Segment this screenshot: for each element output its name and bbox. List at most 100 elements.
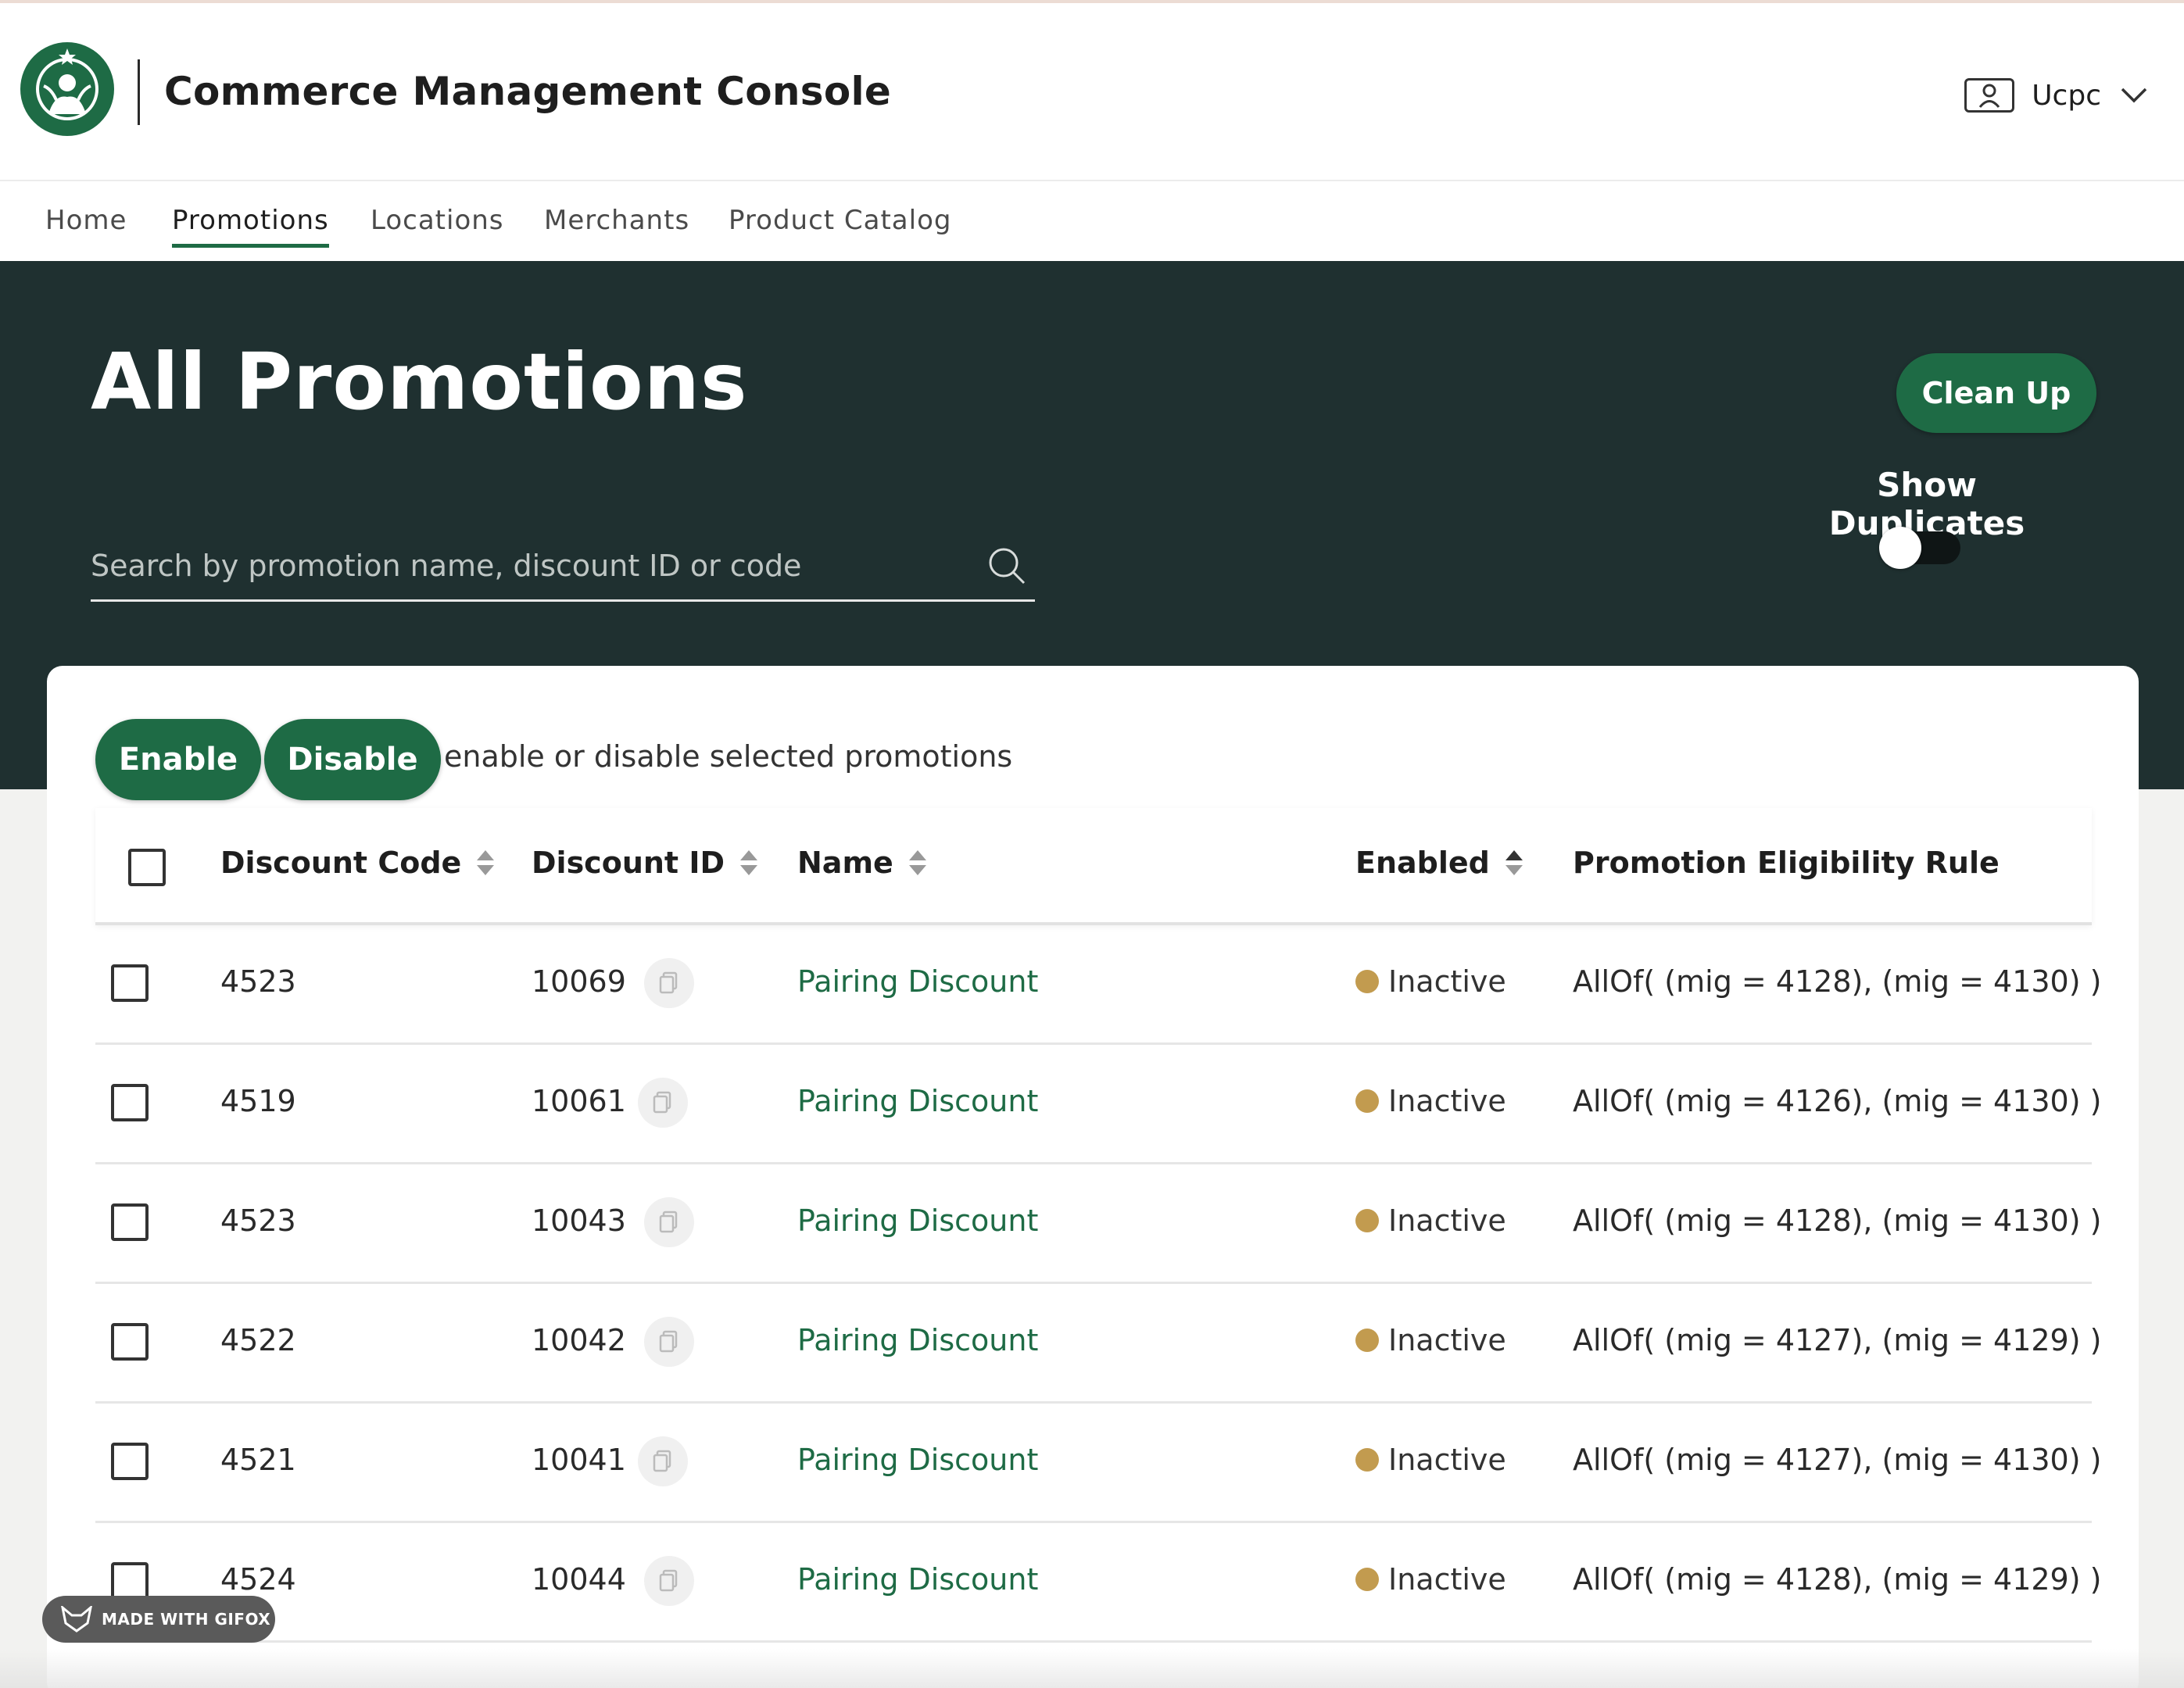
row-checkbox[interactable]	[111, 964, 149, 1002]
eligibility-rule-cell: AllOf( (mig = 4127), (mig = 4129) )	[1573, 1323, 2102, 1357]
discount-id-cell: 10041	[532, 1443, 626, 1477]
row-checkbox[interactable]	[111, 1084, 149, 1121]
table-row: 4519 10061 Pairing Discount Inactive All…	[95, 1045, 2101, 1164]
status-text: Inactive	[1388, 1323, 1506, 1357]
col-discount-id[interactable]: Discount ID	[532, 846, 759, 880]
status-text: Inactive	[1388, 1203, 1506, 1238]
status-badge: Inactive	[1355, 1084, 1506, 1118]
copy-icon	[659, 971, 678, 994]
status-text: Inactive	[1388, 1084, 1506, 1118]
main-nav: Home Promotions Locations Merchants Prod…	[0, 181, 2184, 261]
promotion-name-link[interactable]: Pairing Discount	[797, 1203, 1038, 1238]
app-title: Commerce Management Console	[164, 69, 892, 114]
col-eligibility-rule: Promotion Eligibility Rule	[1573, 846, 2000, 880]
status-dot	[1355, 970, 1379, 993]
col-name-label: Name	[797, 846, 893, 880]
copy-id-button[interactable]	[638, 1078, 688, 1128]
discount-id-cell: 10069	[532, 964, 626, 999]
discount-code-cell: 4521	[220, 1443, 296, 1477]
discount-id-cell: 10042	[532, 1323, 626, 1357]
table-header: Discount Code Discount ID Name Enabled P…	[95, 808, 2092, 925]
nav-product-catalog[interactable]: Product Catalog	[729, 205, 951, 244]
col-enabled-label: Enabled	[1355, 846, 1490, 880]
search-bar	[91, 535, 1035, 602]
disable-button[interactable]: Disable	[264, 719, 441, 800]
copy-icon	[659, 1569, 678, 1592]
nav-merchants[interactable]: Merchants	[544, 205, 689, 244]
sort-icon-active[interactable]	[1504, 847, 1524, 878]
user-profile-icon	[1964, 78, 2015, 113]
sort-icon[interactable]	[908, 847, 928, 878]
status-text: Inactive	[1388, 1443, 1506, 1477]
col-enabled[interactable]: Enabled	[1355, 846, 1524, 880]
discount-id-cell: 10043	[532, 1203, 626, 1238]
status-dot	[1355, 1089, 1379, 1113]
copy-id-button[interactable]	[638, 1436, 688, 1486]
clean-up-button[interactable]: Clean Up	[1896, 353, 2096, 433]
gifox-watermark: MADE WITH GIFOX	[42, 1596, 275, 1643]
discount-code-cell: 4524	[220, 1562, 296, 1597]
table-row: 4523 10069 Pairing Discount Inactive All…	[95, 925, 2101, 1045]
promotion-name-link[interactable]: Pairing Discount	[797, 1323, 1038, 1357]
promotion-name-link[interactable]: Pairing Discount	[797, 1562, 1038, 1597]
copy-id-button[interactable]	[644, 1197, 694, 1247]
promotion-name-link[interactable]: Pairing Discount	[797, 1443, 1038, 1477]
brand-logo[interactable]	[20, 42, 114, 136]
discount-code-cell: 4519	[220, 1084, 296, 1118]
status-text: Inactive	[1388, 964, 1506, 999]
promotions-card: Enable Disable enable or disable selecte…	[47, 666, 2139, 1688]
select-all-checkbox[interactable]	[128, 849, 166, 886]
eligibility-rule-cell: AllOf( (mig = 4128), (mig = 4130) )	[1573, 1203, 2102, 1238]
user-menu[interactable]: Ucpc	[1964, 72, 2150, 119]
row-checkbox[interactable]	[111, 1203, 149, 1241]
col-discount-code[interactable]: Discount Code	[220, 846, 496, 880]
col-eligibility-rule-label: Promotion Eligibility Rule	[1573, 846, 2000, 880]
siren-logo-icon	[22, 44, 113, 134]
app-header: Commerce Management Console Ucpc	[0, 3, 2184, 181]
discount-code-cell: 4522	[220, 1323, 296, 1357]
chevron-down-icon[interactable]	[2118, 80, 2150, 111]
table-body: 4523 10069 Pairing Discount Inactive All…	[95, 925, 2101, 1643]
row-checkbox[interactable]	[111, 1562, 149, 1600]
discount-id-cell: 10061	[532, 1084, 626, 1118]
copy-id-button[interactable]	[644, 1556, 694, 1606]
sort-icon[interactable]	[739, 847, 759, 878]
table-row: 4521 10041 Pairing Discount Inactive All…	[95, 1404, 2101, 1523]
eligibility-rule-cell: AllOf( (mig = 4126), (mig = 4130) )	[1573, 1084, 2102, 1118]
eligibility-rule-cell: AllOf( (mig = 4128), (mig = 4129) )	[1573, 1562, 2102, 1597]
status-text: Inactive	[1388, 1562, 1506, 1597]
toggle-knob	[1879, 527, 1921, 569]
header-divider	[138, 59, 140, 125]
promotions-table: Discount Code Discount ID Name Enabled P…	[95, 808, 2101, 1643]
nav-promotions[interactable]: Promotions	[172, 205, 329, 248]
fox-icon	[61, 1606, 92, 1633]
row-checkbox[interactable]	[111, 1323, 149, 1361]
eligibility-rule-cell: AllOf( (mig = 4128), (mig = 4130) )	[1573, 964, 2102, 999]
enable-button[interactable]: Enable	[95, 719, 261, 800]
table-row: 4523 10043 Pairing Discount Inactive All…	[95, 1164, 2101, 1284]
nav-home[interactable]: Home	[45, 205, 127, 244]
copy-icon	[659, 1330, 678, 1353]
col-name[interactable]: Name	[797, 846, 928, 880]
nav-locations[interactable]: Locations	[371, 205, 504, 244]
bottom-fade	[0, 1649, 2184, 1688]
row-checkbox[interactable]	[111, 1443, 149, 1480]
status-badge: Inactive	[1355, 1443, 1506, 1477]
copy-id-button[interactable]	[644, 958, 694, 1008]
show-duplicates-toggle[interactable]	[1879, 527, 1960, 569]
discount-code-cell: 4523	[220, 964, 296, 999]
promotion-name-link[interactable]: Pairing Discount	[797, 964, 1038, 999]
sort-icon[interactable]	[475, 847, 496, 878]
status-badge: Inactive	[1355, 1203, 1506, 1238]
copy-id-button[interactable]	[644, 1317, 694, 1367]
promotion-name-link[interactable]: Pairing Discount	[797, 1084, 1038, 1118]
search-input[interactable]	[91, 535, 951, 597]
status-dot	[1355, 1329, 1379, 1352]
status-dot	[1355, 1209, 1379, 1232]
table-row: 4524 10044 Pairing Discount Inactive All…	[95, 1523, 2101, 1643]
status-badge: Inactive	[1355, 964, 1506, 999]
search-icon[interactable]	[985, 544, 1029, 588]
user-name: Ucpc	[2032, 79, 2101, 112]
col-discount-code-label: Discount Code	[220, 846, 462, 880]
eligibility-rule-cell: AllOf( (mig = 4127), (mig = 4130) )	[1573, 1443, 2102, 1477]
